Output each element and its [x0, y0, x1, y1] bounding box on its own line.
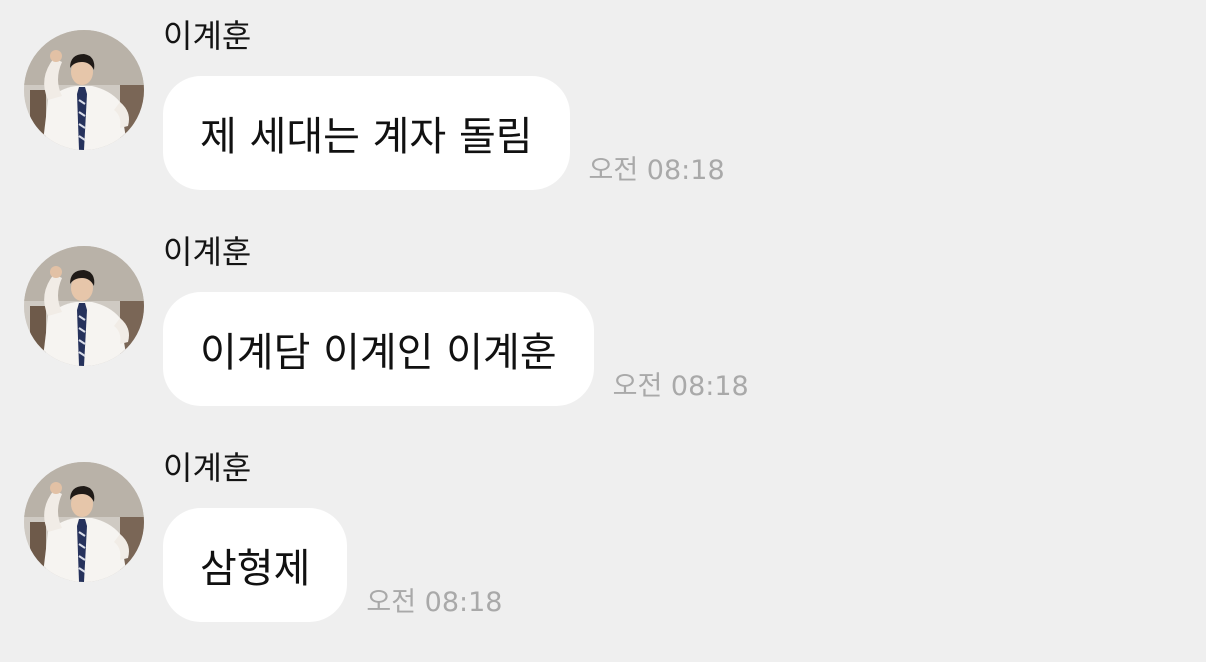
sender-name: 이계훈	[163, 449, 252, 487]
message-bubble[interactable]: 이계담 이계인 이계훈	[163, 292, 594, 406]
avatar[interactable]	[24, 30, 144, 150]
profile-photo-icon	[24, 246, 144, 366]
message-row: 제 세대는 계자 돌림 오전 08:18	[163, 76, 725, 190]
chat-message-list: 이계훈 제 세대는 계자 돌림 오전 08:18 이계훈 이계담 이계인 이계훈…	[0, 0, 1206, 649]
avatar[interactable]	[24, 246, 144, 366]
profile-photo-icon	[24, 30, 144, 150]
message-group: 이계훈 삼형제 오전 08:18	[0, 449, 1206, 662]
avatar[interactable]	[24, 462, 144, 582]
message-timestamp: 오전 08:18	[612, 371, 749, 402]
profile-photo-icon	[24, 462, 144, 582]
sender-name: 이계훈	[163, 233, 252, 271]
sender-name: 이계훈	[163, 17, 252, 55]
message-group: 이계훈 이계담 이계인 이계훈 오전 08:18	[0, 233, 1206, 446]
message-timestamp: 오전 08:18	[366, 587, 503, 618]
message-bubble[interactable]: 삼형제	[163, 508, 348, 622]
message-bubble[interactable]: 제 세대는 계자 돌림	[163, 76, 570, 190]
message-row: 삼형제 오전 08:18	[163, 508, 502, 622]
message-timestamp: 오전 08:18	[588, 155, 725, 186]
message-row: 이계담 이계인 이계훈 오전 08:18	[163, 292, 749, 406]
message-group: 이계훈 제 세대는 계자 돌림 오전 08:18	[0, 17, 1206, 230]
